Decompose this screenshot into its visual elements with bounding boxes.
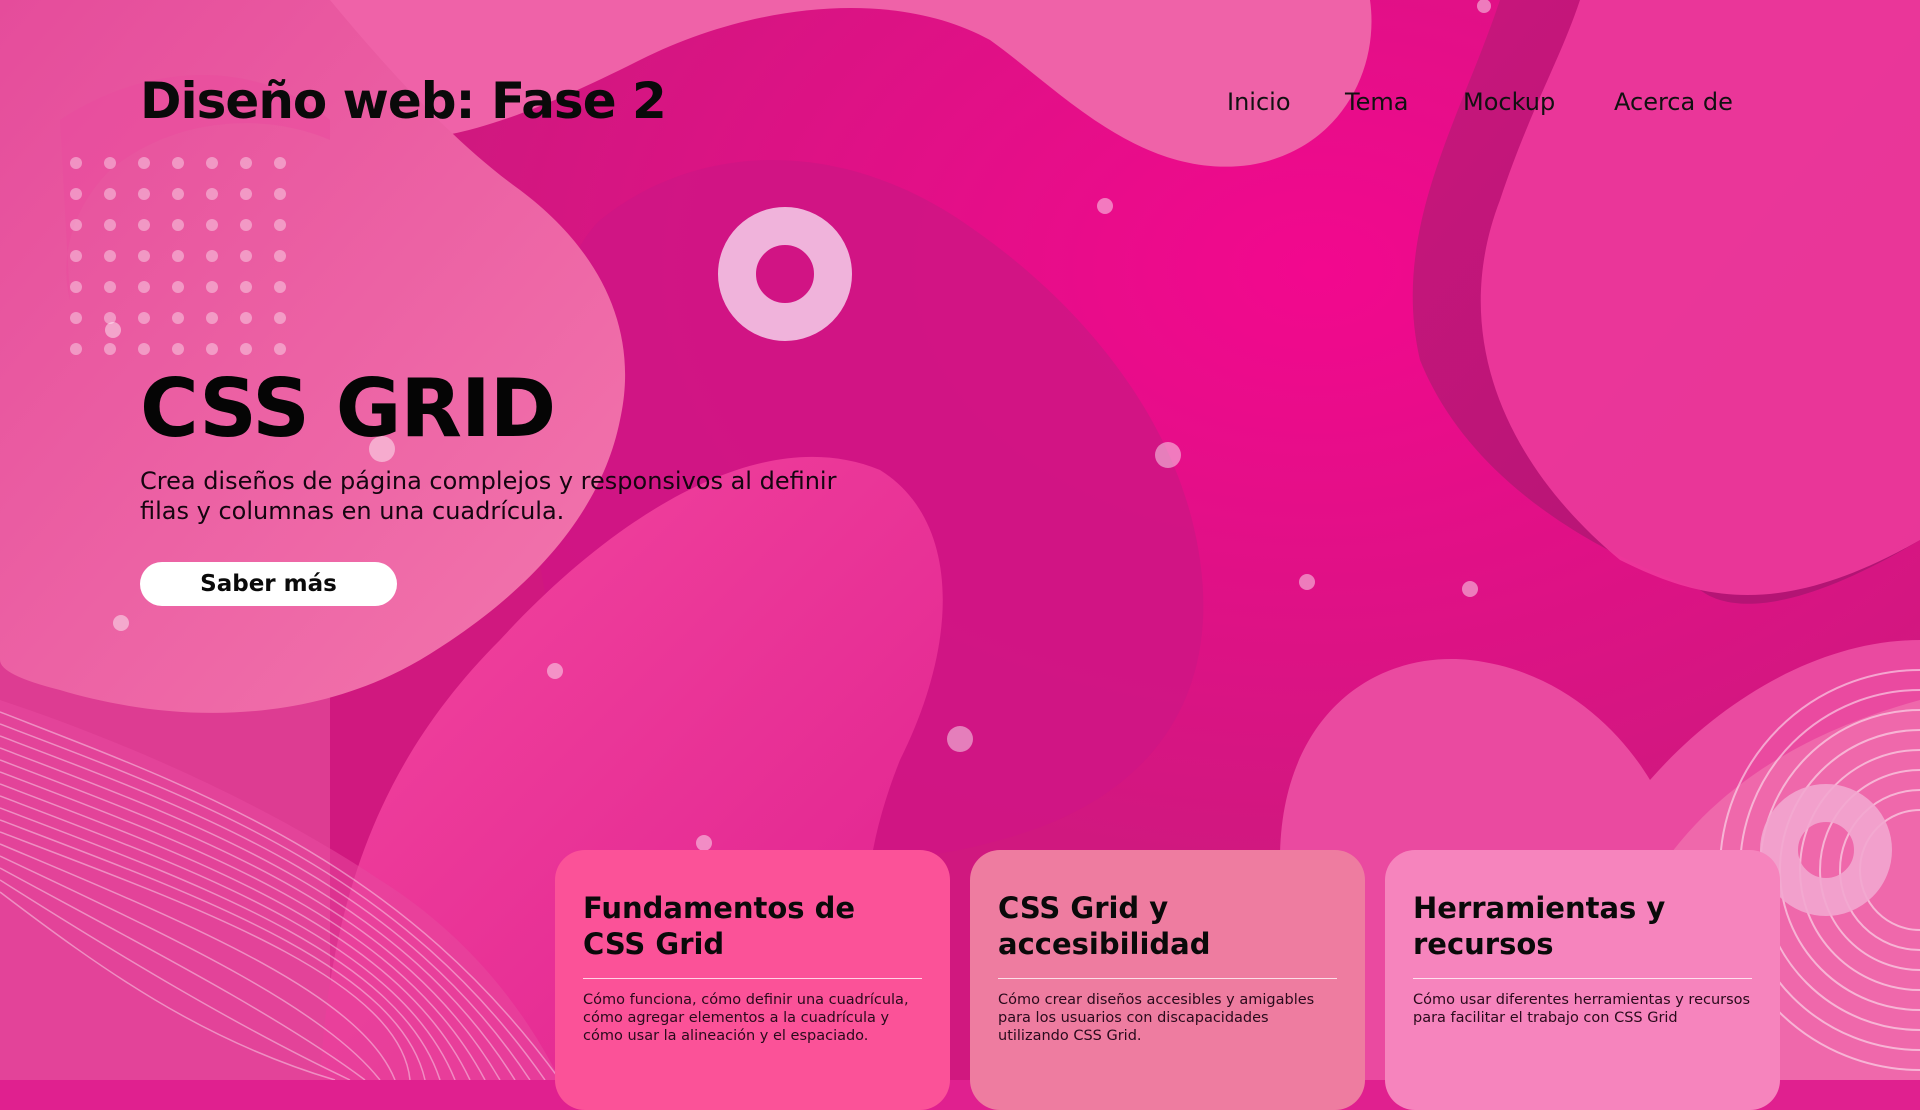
nav-item-inicio[interactable]: Inicio [1227, 88, 1291, 116]
card-text: Cómo crear diseños accesibles y amigable… [998, 992, 1315, 1044]
card-text: Cómo usar diferentes herramientas y recu… [1413, 992, 1751, 1026]
card-divider [1413, 978, 1752, 979]
hero-title: CSS GRID [140, 362, 556, 455]
card-text: Cómo funciona, cómo definir una cuadrícu… [583, 992, 909, 1044]
nav-item-acerca-de[interactable]: Acerca de [1614, 88, 1733, 116]
card-herramientas[interactable]: Herramientas y recursos Cómo usar difere… [1385, 850, 1780, 1110]
card-accesibilidad[interactable]: CSS Grid y accesibilidad Cómo crear dise… [970, 850, 1365, 1110]
card-title: Fundamentos de CSS Grid [583, 891, 856, 961]
nav-item-mockup[interactable]: Mockup [1463, 88, 1555, 116]
saber-mas-button[interactable]: Saber más [140, 562, 397, 606]
card-divider [998, 978, 1337, 979]
nav-item-tema[interactable]: Tema [1345, 88, 1408, 116]
dot-grid [58, 140, 308, 366]
card-title: Herramientas y recursos [1413, 891, 1666, 961]
hero-description: Crea diseños de página complejos y respo… [140, 467, 837, 525]
card-divider [583, 978, 922, 979]
main-nav: Inicio Tema Mockup Acerca de [0, 88, 1920, 122]
card-title: CSS Grid y accesibilidad [998, 891, 1211, 961]
card-fundamentos[interactable]: Fundamentos de CSS Grid Cómo funciona, c… [555, 850, 950, 1110]
